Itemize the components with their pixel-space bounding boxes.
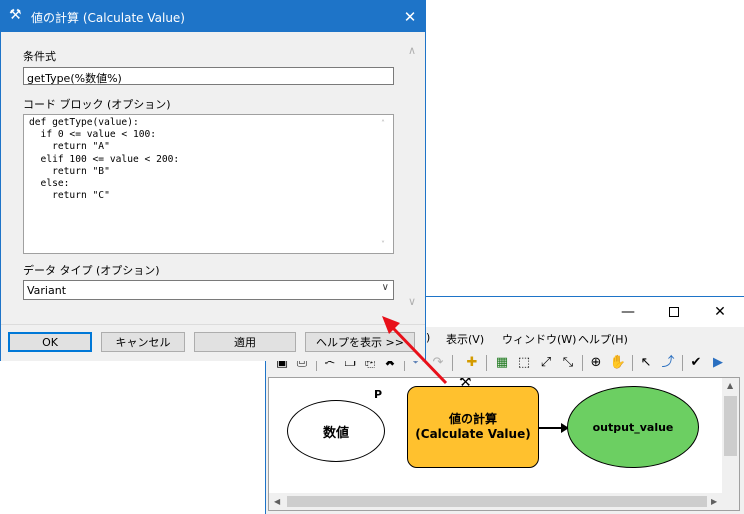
scroll-right-icon[interactable]: ▶ [711,497,717,506]
code-block-text: def getType(value): if 0 <= value < 100:… [29,117,180,202]
cancel-button[interactable]: キャンセル [101,332,185,352]
redo-icon[interactable]: ↷ [430,355,446,371]
dialog-button-bar: OK キャンセル 適用 ヘルプを表示 >> [1,324,425,361]
data-type-value: Variant [27,284,67,297]
full-extent-icon[interactable]: ⬚ [516,355,532,371]
chevron-down-icon: ∨ [381,282,389,293]
connect-icon[interactable]: ⤴ [660,355,676,371]
fixed-zoom-out-icon[interactable]: ⤡ [560,355,576,371]
auto-layout-icon[interactable]: ▦ [494,355,510,371]
scroll-up-icon[interactable]: ˄ [381,119,385,128]
menu-item-window[interactable]: ウィンドウ(W) [502,331,576,347]
run-icon[interactable]: ▶ [710,355,726,371]
code-block-scrollbar[interactable]: ˄ ˅ [377,115,393,253]
minimize-icon: — [621,304,635,320]
dialog-titlebar: ⚒ 値の計算 (Calculate Value) ✕ [1,1,425,32]
output-value-label: output_value [592,420,674,434]
data-type-select[interactable]: Variant ∨ [23,280,394,300]
hammer-icon: ⚒ [459,377,472,390]
tool-name-en: (Calculate Value) [415,427,531,441]
scroll-thumb[interactable] [724,396,737,456]
calculate-value-dialog: ⚒ 値の計算 (Calculate Value) ✕ 条件式 getType(%… [0,0,426,361]
expression-input[interactable]: getType(%数値%) [23,67,394,85]
parameter-badge: P [374,388,383,401]
dialog-close-button[interactable]: ✕ [395,1,425,32]
validate-check-icon[interactable]: ✔ [688,355,704,371]
close-icon: ✕ [714,304,726,320]
zoom-in-icon[interactable]: ⊕ [588,355,604,371]
code-block-label: コード ブロック (オプション) [23,98,171,111]
toolbar-separator [452,355,453,371]
input-variable-node[interactable]: 数値 [287,400,385,462]
output-value-node[interactable]: output_value [567,386,699,468]
scroll-up-icon[interactable]: ▲ [727,381,733,390]
fixed-zoom-in-icon[interactable]: ⤢ [538,355,554,371]
expression-label: 条件式 [23,50,56,63]
maximize-icon [669,307,679,317]
add-data-icon[interactable]: ✚ [464,355,480,371]
data-type-label: データ タイプ (オプション) [23,264,160,277]
scroll-left-icon[interactable]: ◀ [274,497,280,506]
menu-item-help[interactable]: ヘルプ(H) [578,331,628,347]
calculate-value-tool-node[interactable]: 値の計算 (Calculate Value) [407,386,539,468]
menu-item-view[interactable]: 表示(V) [446,331,484,347]
menu-item-hidden[interactable]: ) [426,331,430,344]
toolbar-separator [486,355,487,371]
scroll-down-icon[interactable]: ˅ [381,240,385,249]
close-button[interactable]: ✕ [697,297,743,327]
dialog-vertical-scrollbar[interactable]: ∧ ∨ [402,40,422,310]
toolbar-separator [582,355,583,371]
select-pointer-icon[interactable]: ↖ [638,355,654,371]
show-help-button[interactable]: ヘルプを表示 >> [305,332,415,352]
minimize-button[interactable]: — [605,297,651,327]
hammer-icon: ⚒ [9,7,22,23]
dialog-body: 条件式 getType(%数値%) コード ブロック (オプション) def g… [1,32,425,324]
canvas-vertical-scrollbar[interactable]: ▲ [722,378,739,493]
ok-button[interactable]: OK [8,332,92,352]
toolbar-separator [682,355,683,371]
input-variable-label: 数値 [322,425,349,441]
dialog-title: 値の計算 (Calculate Value) [31,11,185,25]
tool-name-jp: 値の計算 [448,412,497,426]
pan-hand-icon[interactable]: ✋ [610,355,626,371]
scroll-down-icon[interactable]: ∨ [408,295,416,308]
canvas-horizontal-scrollbar[interactable]: ◀ ▶ [269,493,739,510]
model-canvas[interactable]: 数値 P 値の計算 (Calculate Value) ⚒ output_val… [268,377,740,511]
maximize-button[interactable] [651,297,697,327]
toolbar-separator [632,355,633,371]
scroll-thumb[interactable] [287,496,707,507]
apply-button[interactable]: 適用 [194,332,296,352]
scroll-up-icon[interactable]: ∧ [408,44,416,57]
code-block-textarea[interactable]: def getType(value): if 0 <= value < 100:… [23,114,394,254]
close-icon: ✕ [403,7,417,26]
